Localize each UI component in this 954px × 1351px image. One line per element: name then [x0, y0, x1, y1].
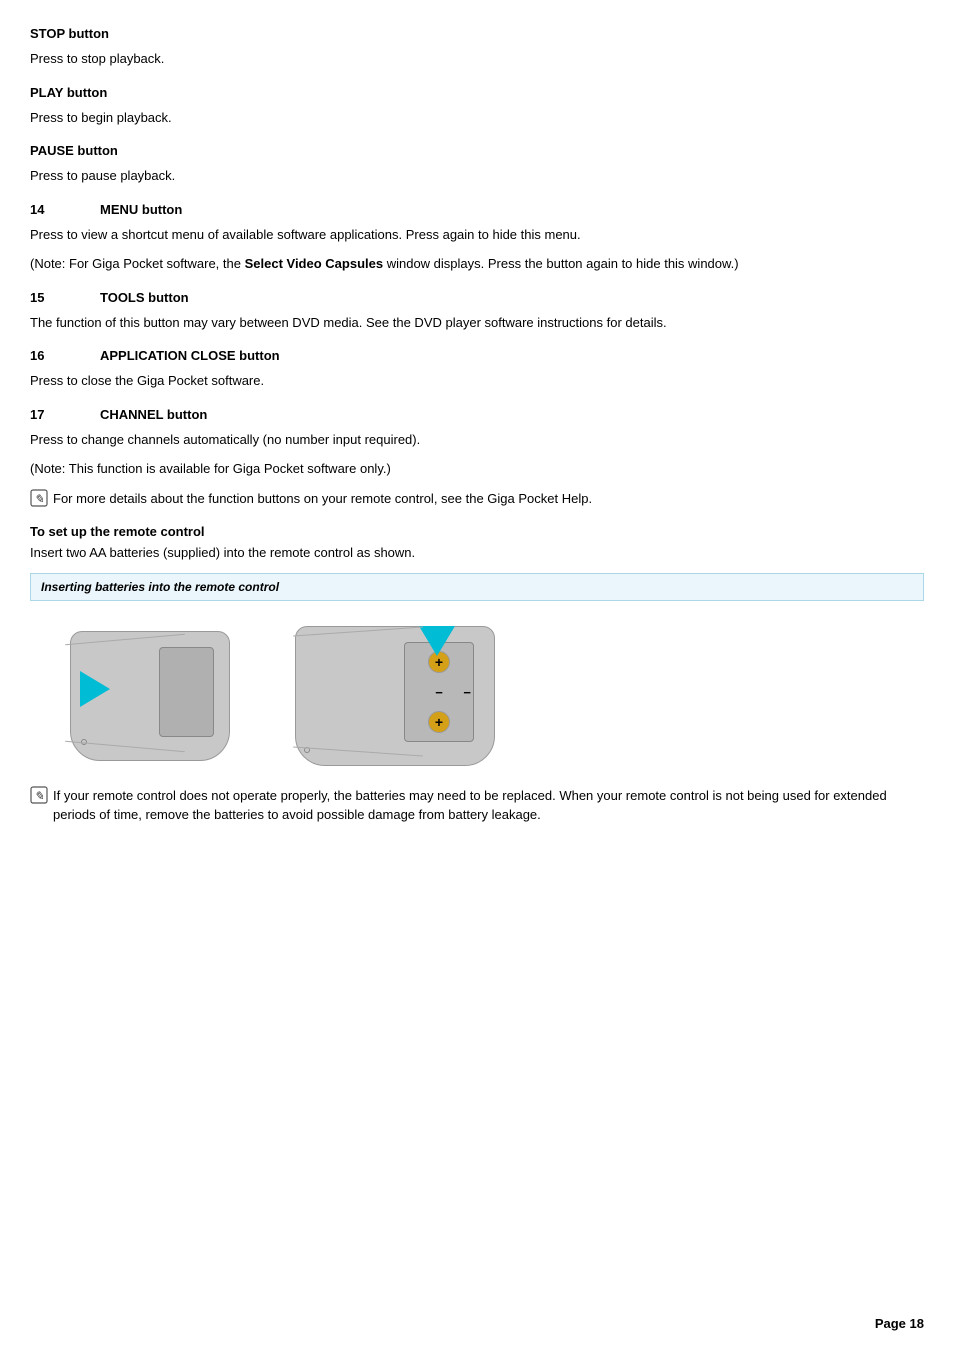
- setup-intro: Insert two AA batteries (supplied) into …: [30, 543, 924, 563]
- remote-body-right: + − − +: [295, 626, 495, 766]
- tools-button-section: 15 TOOLS button The function of this but…: [30, 290, 924, 333]
- app-close-button-heading: 16 APPLICATION CLOSE button: [30, 348, 924, 363]
- app-close-button-label: APPLICATION CLOSE button: [100, 348, 280, 363]
- channel-button-label: CHANNEL button: [100, 407, 207, 422]
- pause-button-paragraph: Press to pause playback.: [30, 166, 924, 186]
- channel-button-section: 17 CHANNEL button Press to change channe…: [30, 407, 924, 479]
- minus-mid: −: [435, 685, 443, 700]
- channel-button-heading: 17 CHANNEL button: [30, 407, 924, 422]
- play-button-heading: PLAY button: [30, 85, 924, 100]
- channel-button-note: (Note: This function is available for Gi…: [30, 459, 924, 479]
- warning-text: If your remote control does not operate …: [53, 786, 924, 825]
- arrow-right-down: [419, 626, 455, 656]
- tools-button-paragraph: The function of this button may vary bet…: [30, 313, 924, 333]
- minus-mid-right: −: [463, 685, 471, 700]
- stop-button-paragraph: Press to stop playback.: [30, 49, 924, 69]
- figure-box: Inserting batteries into the remote cont…: [30, 573, 924, 601]
- tip1-text: For more details about the function butt…: [53, 489, 592, 509]
- stop-button-heading: STOP button: [30, 26, 924, 41]
- menu-button-note-bold: Select Video Capsules: [245, 256, 384, 271]
- plus-bottom: +: [428, 711, 450, 733]
- setup-heading: To set up the remote control: [30, 524, 924, 539]
- pause-button-heading: PAUSE button: [30, 143, 924, 158]
- menu-button-label: MENU button: [100, 202, 182, 217]
- battery-compartment-right: + − − +: [404, 642, 474, 742]
- svg-text:✎: ✎: [34, 492, 44, 506]
- app-close-button-number: 16: [30, 348, 100, 363]
- menu-button-section: 14 MENU button Press to view a shortcut …: [30, 202, 924, 274]
- menu-button-number: 14: [30, 202, 100, 217]
- play-button-paragraph: Press to begin playback.: [30, 108, 924, 128]
- play-button-section: PLAY button Press to begin playback.: [30, 85, 924, 128]
- battery-images-row: + − − +: [30, 611, 924, 786]
- arrow-right-cyan-icon: [80, 671, 110, 707]
- tools-button-label: TOOLS button: [100, 290, 189, 305]
- tools-button-number: 15: [30, 290, 100, 305]
- page-number: Page 18: [875, 1316, 924, 1331]
- arrow-down-cyan-icon: [419, 626, 455, 656]
- menu-button-paragraph: Press to view a shortcut menu of availab…: [30, 225, 924, 245]
- warning-icon: ✎: [30, 786, 48, 804]
- stop-button-section: STOP button Press to stop playback.: [30, 26, 924, 69]
- remote-image-right: + − − +: [290, 621, 510, 776]
- tip-icon: ✎: [30, 489, 48, 507]
- channel-button-number: 17: [30, 407, 100, 422]
- app-close-button-paragraph: Press to close the Giga Pocket software.: [30, 371, 924, 391]
- menu-button-heading: 14 MENU button: [30, 202, 924, 217]
- svg-text:✎: ✎: [34, 789, 44, 803]
- tip1-line: ✎ For more details about the function bu…: [30, 489, 924, 509]
- tools-button-heading: 15 TOOLS button: [30, 290, 924, 305]
- warning-line: ✎ If your remote control does not operat…: [30, 786, 924, 825]
- arrow-left: [80, 671, 110, 707]
- remote-image-left: [50, 621, 250, 776]
- menu-button-note: (Note: For Giga Pocket software, the Sel…: [30, 254, 924, 274]
- battery-slot-left: [159, 647, 214, 737]
- app-close-button-section: 16 APPLICATION CLOSE button Press to clo…: [30, 348, 924, 391]
- pause-button-section: PAUSE button Press to pause playback.: [30, 143, 924, 186]
- channel-button-paragraph: Press to change channels automatically (…: [30, 430, 924, 450]
- figure-title: Inserting batteries into the remote cont…: [41, 580, 913, 594]
